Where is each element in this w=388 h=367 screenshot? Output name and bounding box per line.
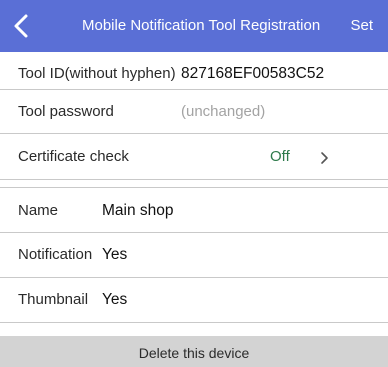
name-label: Name [18,202,59,219]
certificate-check-value: Off [270,148,290,165]
divider [0,322,388,323]
tool-id-value[interactable]: 827168EF00583C52 [181,65,324,83]
tool-id-label: Tool ID(without hyphen) [18,65,176,82]
delete-device-label: Delete this device [138,345,250,361]
notification-row[interactable]: Notification Yes [0,233,388,277]
delete-device-button[interactable]: Delete this device [0,336,388,367]
page-title: Mobile Notification Tool Registration [82,17,321,34]
tool-password-input[interactable]: (unchanged) [181,103,265,120]
notification-label: Notification [18,246,93,263]
app-header: Mobile Notification Tool Registration Se… [0,0,388,52]
thumbnail-label: Thumbnail [18,291,89,308]
name-row[interactable]: Name Main shop [0,188,388,232]
name-value[interactable]: Main shop [102,202,174,220]
certificate-check-label: Certificate check [18,148,129,165]
certificate-check-row[interactable]: Certificate check Off [0,134,388,178]
thumbnail-value[interactable]: Yes [102,291,127,309]
tool-password-row[interactable]: Tool password (unchanged) [0,90,388,134]
chevron-right-icon [321,152,328,164]
thumbnail-row[interactable]: Thumbnail Yes [0,278,388,322]
tool-password-label: Tool password [18,103,114,120]
set-button[interactable]: Set [350,17,373,34]
back-arrow-icon[interactable] [10,12,34,40]
notification-value[interactable]: Yes [102,246,127,264]
